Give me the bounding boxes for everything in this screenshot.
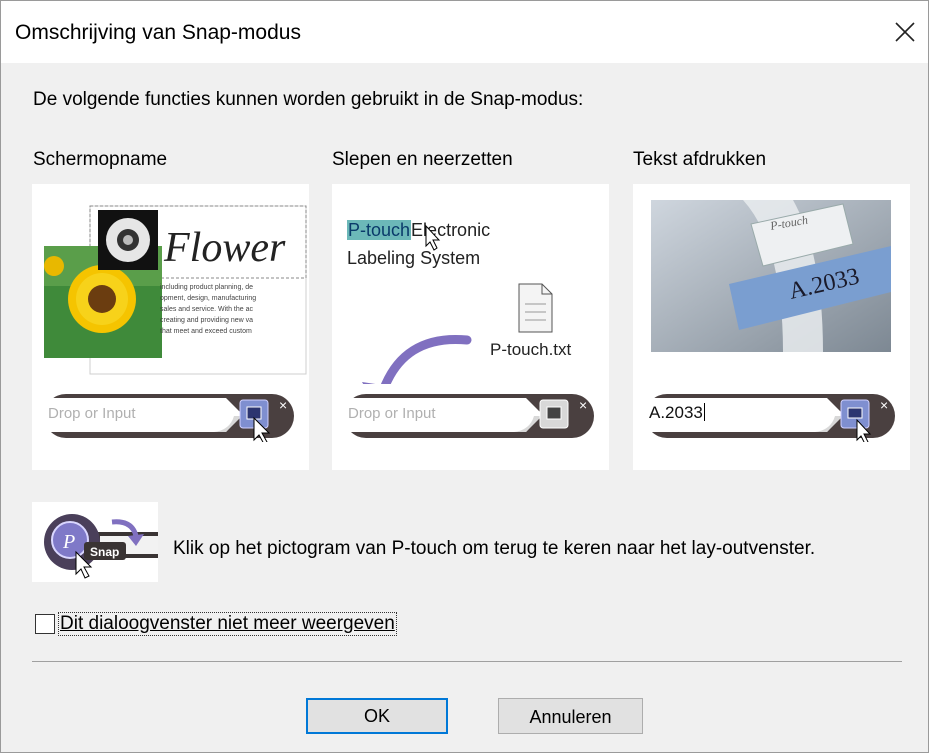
dialog-description: De volgende functies kunnen worden gebru… [33, 89, 584, 110]
print-input-value[interactable]: A.2033 [649, 403, 705, 423]
body-line: including product planning, de [160, 284, 254, 291]
ok-button[interactable]: OK [306, 698, 448, 734]
do-not-show-again-checkbox[interactable] [35, 614, 55, 634]
body-line: sales and service. With the ac [160, 306, 253, 313]
snap-input-bar: × A.2033 [645, 390, 897, 442]
body-line: creating and providing new va [160, 317, 254, 324]
separator-line [32, 661, 902, 662]
section-title-screen-capture: Schermopname [33, 149, 168, 170]
drag-drop-illustration: P-touchElectronic Labeling System P-touc… [332, 184, 609, 470]
body-line: that meet and exceed custom [160, 328, 252, 335]
close-icon [895, 22, 915, 42]
section-title-print-text: Tekst afdrukken [633, 149, 767, 170]
capture-input-placeholder: Drop or Input [48, 405, 136, 422]
snap-mode-dialog: Omschrijving van Snap-modus De volgende … [0, 0, 929, 753]
ptouch-snap-icon-illustration: P Snap [32, 502, 158, 582]
svg-text:×: × [279, 397, 287, 413]
body-line: opment, design, manufacturing [160, 295, 257, 302]
snap-instruction: Klik op het pictogram van P-touch om ter… [173, 538, 816, 559]
drop-input-placeholder: Drop or Input [348, 405, 436, 422]
print-text-illustration: P-touch A.2033 × A.2033 [633, 184, 910, 470]
svg-text:P: P [62, 531, 75, 553]
flower-body-text: including product planning, de opment, d… [160, 282, 288, 337]
section-title-drag-drop: Slepen en neerzetten [332, 149, 513, 170]
snap-badge-text: Snap [90, 545, 119, 559]
screen-capture-illustration: Flower including product planning, de op… [32, 184, 309, 470]
print-input-text: A.2033 [649, 403, 703, 422]
text-caret [703, 403, 705, 421]
dialog-title: Omschrijving van Snap-modus [15, 21, 301, 44]
svg-text:×: × [579, 397, 587, 413]
file-name-label: P-touch.txt [490, 340, 572, 359]
svg-text:×: × [880, 397, 888, 413]
do-not-show-again-label[interactable]: Dit dialoogvenster niet meer weergeven [58, 612, 397, 636]
label-tape-photo: P-touch A.2033 [651, 200, 891, 352]
close-button[interactable] [888, 15, 922, 49]
snap-input-bar: × Drop or Input [344, 390, 596, 442]
snap-input-bar: × Drop or Input [44, 390, 296, 442]
cancel-button[interactable]: Annuleren [498, 698, 643, 734]
title-bar: Omschrijving van Snap-modus [1, 1, 928, 63]
flower-heading: Flower [164, 225, 286, 271]
